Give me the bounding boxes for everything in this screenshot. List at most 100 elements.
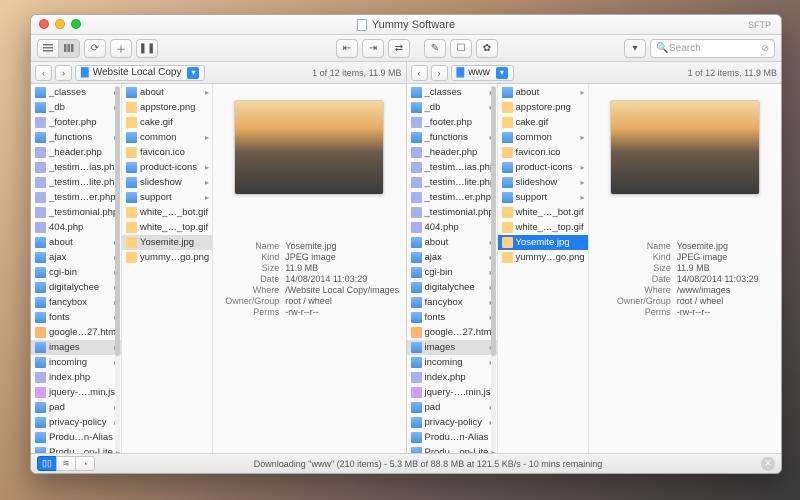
list-item[interactable]: jquery-….min.js bbox=[31, 385, 121, 400]
right-forward-button[interactable]: › bbox=[431, 65, 448, 81]
scrollbar[interactable] bbox=[491, 86, 496, 451]
action-button[interactable]: ✿ bbox=[476, 39, 498, 58]
list-item[interactable]: favicon.ico bbox=[498, 145, 588, 160]
list-item[interactable]: index.php bbox=[407, 370, 497, 385]
list-item[interactable]: google…27.html bbox=[31, 325, 121, 340]
list-item[interactable]: cgi-bin▸ bbox=[407, 265, 497, 280]
list-item[interactable]: about▸ bbox=[122, 85, 212, 100]
list-item[interactable]: _db▸ bbox=[31, 100, 121, 115]
list-item[interactable]: digitalychee▸ bbox=[31, 280, 121, 295]
list-item[interactable]: fancybox▸ bbox=[31, 295, 121, 310]
minimize-icon[interactable] bbox=[55, 19, 65, 29]
list-item[interactable]: cake.gif bbox=[498, 115, 588, 130]
close-icon[interactable] bbox=[39, 19, 49, 29]
list-item[interactable]: _header.php bbox=[31, 145, 121, 160]
list-item[interactable]: _functions▸ bbox=[407, 130, 497, 145]
list-item[interactable]: privacy-policy▸ bbox=[31, 415, 121, 430]
list-item[interactable]: incoming▸ bbox=[31, 355, 121, 370]
list-item[interactable]: _footer.php bbox=[407, 115, 497, 130]
list-item[interactable]: pad▸ bbox=[407, 400, 497, 415]
sync-button[interactable]: ⇄ bbox=[388, 39, 410, 58]
add-button[interactable]: ＋ bbox=[110, 39, 132, 58]
pause-button[interactable]: ❚❚ bbox=[136, 39, 158, 58]
list-item[interactable]: _db▸ bbox=[407, 100, 497, 115]
right-path-dropdown[interactable]: ▇ www ▾ bbox=[451, 65, 514, 81]
list-item[interactable]: _footer.php bbox=[31, 115, 121, 130]
list-item[interactable]: Yosemite.jpg bbox=[122, 235, 212, 250]
reload-button[interactable]: ⟳ bbox=[84, 39, 106, 58]
file-column-1[interactable]: _classes▸_db▸_footer.php_functions▸_head… bbox=[407, 84, 498, 453]
list-item[interactable]: incoming▸ bbox=[407, 355, 497, 370]
list-item[interactable]: Produ…n-Alias▸ bbox=[407, 430, 497, 445]
list-item[interactable]: slideshow▸ bbox=[122, 175, 212, 190]
file-column-2[interactable]: about▸appstore.pngcake.gifcommon▸favicon… bbox=[498, 84, 589, 453]
left-path-dropdown[interactable]: ▇ Website Local Copy ▾ bbox=[75, 65, 205, 81]
copy-right-button[interactable]: ⇥ bbox=[362, 39, 384, 58]
list-item[interactable]: yummy…go.png bbox=[498, 250, 588, 265]
search-input[interactable]: 🔍 Search ⊘ bbox=[650, 39, 775, 58]
list-item[interactable]: 404.php bbox=[31, 220, 121, 235]
list-item[interactable]: cake.gif bbox=[122, 115, 212, 130]
list-item[interactable]: appstore.png bbox=[498, 100, 588, 115]
preview-button[interactable]: ☐ bbox=[450, 39, 472, 58]
list-item[interactable]: favicon.ico bbox=[122, 145, 212, 160]
list-item[interactable]: Produ…on-Lite▸ bbox=[31, 445, 121, 453]
column-view-button[interactable] bbox=[58, 39, 80, 58]
list-item[interactable]: _header.php bbox=[407, 145, 497, 160]
list-item[interactable]: appstore.png bbox=[122, 100, 212, 115]
list-item[interactable]: 404.php bbox=[407, 220, 497, 235]
right-back-button[interactable]: ‹ bbox=[411, 65, 428, 81]
file-column-2[interactable]: about▸appstore.pngcake.gifcommon▸favicon… bbox=[122, 84, 213, 453]
list-item[interactable]: Yosemite.jpg bbox=[498, 235, 588, 250]
list-item[interactable]: product-icons▸ bbox=[122, 160, 212, 175]
list-item[interactable]: fonts▸ bbox=[31, 310, 121, 325]
copy-left-button[interactable]: ⇤ bbox=[336, 39, 358, 58]
zoom-icon[interactable] bbox=[71, 19, 81, 29]
list-item[interactable]: pad▸ bbox=[31, 400, 121, 415]
list-item[interactable]: white_…_top.gif bbox=[122, 220, 212, 235]
list-item[interactable]: images▸ bbox=[31, 340, 121, 355]
list-item[interactable]: jquery-….min.js bbox=[407, 385, 497, 400]
list-item[interactable]: white_…_bot.gif bbox=[122, 205, 212, 220]
list-item[interactable]: _testim…er.php bbox=[31, 190, 121, 205]
list-item[interactable]: _testim…ias.php bbox=[407, 160, 497, 175]
list-item[interactable]: product-icons▸ bbox=[498, 160, 588, 175]
list-item[interactable]: common▸ bbox=[122, 130, 212, 145]
list-item[interactable]: Produ…n-Alias▸ bbox=[31, 430, 121, 445]
list-item[interactable]: privacy-policy▸ bbox=[407, 415, 497, 430]
list-item[interactable]: about▸ bbox=[407, 235, 497, 250]
list-item[interactable]: ajax▸ bbox=[31, 250, 121, 265]
list-item[interactable]: images▸ bbox=[407, 340, 497, 355]
list-item[interactable]: white_…_top.gif bbox=[498, 220, 588, 235]
list-item[interactable]: _testimonial.php bbox=[31, 205, 121, 220]
list-item[interactable]: Produ…on-Lite▸ bbox=[407, 445, 497, 453]
list-item[interactable]: google…27.html bbox=[407, 325, 497, 340]
list-item[interactable]: support▸ bbox=[498, 190, 588, 205]
list-item[interactable]: _testim…lite.php bbox=[31, 175, 121, 190]
list-item[interactable]: about▸ bbox=[31, 235, 121, 250]
log-button[interactable]: ◔ bbox=[75, 456, 95, 471]
scrollbar[interactable] bbox=[115, 86, 120, 451]
list-item[interactable]: fonts▸ bbox=[407, 310, 497, 325]
activity-button[interactable]: ≋ bbox=[56, 456, 76, 471]
cancel-transfer-button[interactable]: ✕ bbox=[761, 457, 775, 471]
list-item[interactable]: about▸ bbox=[498, 85, 588, 100]
list-item[interactable]: _testimonial.php bbox=[407, 205, 497, 220]
clear-search-icon[interactable]: ⊘ bbox=[761, 43, 769, 54]
file-column-1[interactable]: _classes▸_db▸_footer.php_functions▸_head… bbox=[31, 84, 122, 453]
list-item[interactable]: index.php bbox=[31, 370, 121, 385]
list-view-button[interactable] bbox=[37, 39, 59, 58]
list-item[interactable]: _testim…ias.php bbox=[31, 160, 121, 175]
filter-button[interactable]: ▾ bbox=[624, 39, 646, 58]
dual-pane-button[interactable]: ▯▯ bbox=[37, 456, 57, 471]
list-item[interactable]: _testim…er.php bbox=[407, 190, 497, 205]
list-item[interactable]: support▸ bbox=[122, 190, 212, 205]
edit-button[interactable]: ✎ bbox=[424, 39, 446, 58]
left-back-button[interactable]: ‹ bbox=[35, 65, 52, 81]
list-item[interactable]: _classes▸ bbox=[407, 85, 497, 100]
list-item[interactable]: _classes▸ bbox=[31, 85, 121, 100]
list-item[interactable]: white_…_bot.gif bbox=[498, 205, 588, 220]
left-forward-button[interactable]: › bbox=[55, 65, 72, 81]
list-item[interactable]: fancybox▸ bbox=[407, 295, 497, 310]
list-item[interactable]: cgi-bin▸ bbox=[31, 265, 121, 280]
